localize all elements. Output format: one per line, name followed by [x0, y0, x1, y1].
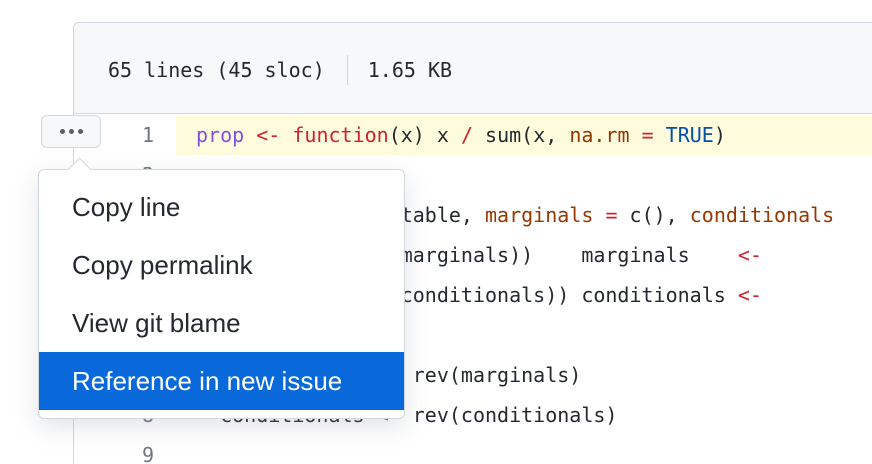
code-token: na.rm: [569, 123, 630, 147]
code-token: marginals: [485, 203, 594, 227]
kebab-horizontal-icon: [59, 129, 65, 134]
code-line: 1 prop <- function(x) x / sum(x, na.rm = …: [74, 115, 872, 155]
code-token: sum(x,: [472, 123, 570, 147]
code-token: (x) x: [388, 123, 461, 147]
code-token: ): [713, 123, 726, 147]
header-divider: [346, 55, 348, 85]
line-number[interactable]: 1: [104, 115, 154, 155]
kebab-horizontal-icon: [77, 129, 83, 134]
code-text: prop <- function(x) x / sum(x, na.rm = T…: [176, 115, 872, 155]
menu-item-view-git-blame[interactable]: View git blame: [39, 294, 404, 352]
code-view-stage: 65 lines (45 sloc) 1.65 KB 1 prop <- func…: [0, 0, 872, 464]
code-token: TRUE: [665, 123, 714, 147]
code-line: 9: [74, 435, 872, 464]
code-token: <-: [737, 243, 762, 267]
line-actions-button[interactable]: [41, 115, 101, 148]
file-size: 1.65 KB: [367, 58, 453, 82]
code-token: conditionals: [689, 203, 835, 227]
code-token: prop: [196, 123, 245, 147]
code-token: rev(conditionals): [400, 403, 618, 427]
menu-item-copy-permalink[interactable]: Copy permalink: [39, 236, 404, 294]
code-token: function: [292, 123, 389, 147]
menu-item-copy-line[interactable]: Copy line: [39, 178, 404, 236]
code-token: /: [460, 123, 473, 147]
line-number[interactable]: 9: [104, 435, 154, 464]
line-count: 65 lines (45 sloc): [108, 58, 325, 82]
menu-item-reference-in-new-issue[interactable]: Reference in new issue: [39, 352, 404, 410]
code-token: rev(marginals): [400, 363, 582, 387]
code-token: <-: [256, 123, 281, 147]
file-info: 65 lines (45 sloc) 1.65 KB: [108, 55, 452, 85]
file-header: 65 lines (45 sloc) 1.65 KB: [74, 23, 872, 114]
kebab-horizontal-icon: [68, 129, 74, 134]
code-token: c(),: [617, 203, 690, 227]
code-token: =: [641, 123, 654, 147]
code-token: =: [605, 203, 618, 227]
line-actions-menu: Copy line Copy permalink View git blame Ref…: [38, 169, 405, 419]
code-token: <-: [737, 283, 762, 307]
